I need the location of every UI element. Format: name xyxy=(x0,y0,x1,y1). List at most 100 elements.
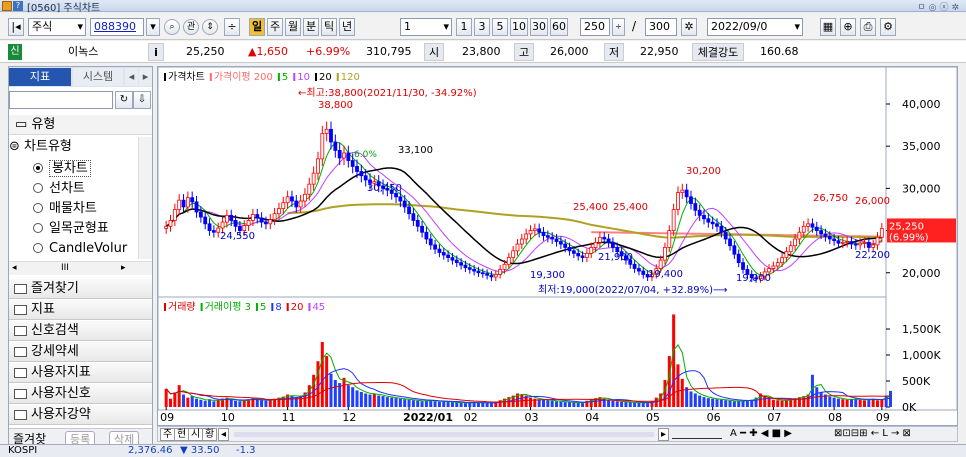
volume-bar xyxy=(763,396,767,407)
folder-user-signal[interactable]: 사용자신호 xyxy=(9,384,152,404)
indicator-search-input[interactable] xyxy=(9,91,113,109)
candle-body xyxy=(311,172,316,185)
date-input[interactable]: 2022/09/0 ▾ xyxy=(707,18,803,36)
stock-code-input[interactable]: 088390 xyxy=(90,18,144,36)
period-month-button[interactable]: 월 xyxy=(285,18,301,36)
chevron-down-icon: ▾ xyxy=(794,20,800,33)
view-tools[interactable]: ⊠⊡⊟⊞ ← L → ⊠ xyxy=(834,428,911,439)
candle-body xyxy=(866,241,871,248)
candle-body xyxy=(814,226,819,231)
tab-market[interactable]: 시 xyxy=(188,428,204,441)
tab-current[interactable]: 현 xyxy=(174,428,190,441)
price-tick-label: 40,000 xyxy=(902,98,941,111)
interval-30-button[interactable]: 30 xyxy=(530,18,548,36)
settings-icon[interactable]: ✲ xyxy=(681,18,697,36)
high-label: 고 xyxy=(514,43,534,61)
market-select[interactable]: 주식 ▾ xyxy=(28,18,86,36)
interval-1-button[interactable]: 1 xyxy=(456,18,472,36)
folder-user-strength[interactable]: 사용자강약 xyxy=(9,405,152,425)
chart-type-candlevolume[interactable]: CandleVolur xyxy=(9,239,139,259)
code-dropdown-icon[interactable]: ▾ xyxy=(146,18,160,36)
interval-5-button[interactable]: 5 xyxy=(492,18,508,36)
price-tick-label: 30,000 xyxy=(902,182,941,195)
price-legend-item: 20 xyxy=(319,72,332,83)
volume-bar xyxy=(424,400,428,407)
volume-bar xyxy=(563,402,567,407)
prev-stock-icon[interactable]: |◂ xyxy=(8,18,24,36)
section-type[interactable]: ▭ 유형 xyxy=(9,115,152,135)
period-tick-button[interactable]: 틱 xyxy=(321,18,337,36)
tab-system[interactable]: 시스템 xyxy=(73,68,123,86)
window-control-icons[interactable]: ㅁ◎ⓧ✲ xyxy=(917,0,962,13)
sidebar-hscroll[interactable]: ◂ III ▸ xyxy=(9,261,152,275)
refresh-icon[interactable]: ↻ xyxy=(115,91,133,109)
chart-icon[interactable]: ▦ xyxy=(820,18,836,36)
folder-favorites[interactable]: 즐겨찾기 xyxy=(9,279,152,299)
tree-chart-type[interactable]: ⊜ 차트유형 xyxy=(9,137,139,157)
spin-icon[interactable]: ÷ xyxy=(224,18,240,36)
zoom-ruler[interactable] xyxy=(672,431,722,439)
tab-status[interactable]: 황 xyxy=(202,428,218,441)
folder-indicators[interactable]: 지표 xyxy=(9,300,152,320)
zoom-icon[interactable]: ⊕ xyxy=(840,18,856,36)
folder-user-indicator[interactable]: 사용자지표 xyxy=(9,363,152,383)
period-day-button[interactable]: 일 xyxy=(249,18,265,36)
print-icon[interactable]: ⎙ xyxy=(860,18,876,36)
candle-body xyxy=(333,141,338,151)
volume-bar xyxy=(572,402,576,407)
total-input[interactable]: 300 xyxy=(645,18,677,36)
tab-prev-icon[interactable]: ◂ xyxy=(125,68,138,86)
interval-60-button[interactable]: 60 xyxy=(550,18,568,36)
interval-10-button[interactable]: 10 xyxy=(510,18,528,36)
interval-select[interactable]: 1 ▾ xyxy=(400,18,452,36)
search-icon[interactable]: ⌕ xyxy=(164,19,180,35)
count-input[interactable]: 250 xyxy=(580,18,610,36)
chart-hscroll[interactable] xyxy=(234,432,654,437)
volume-bar xyxy=(190,396,194,407)
draw-tools[interactable]: A ━ ✚ ◀ ■ ▶ xyxy=(730,428,792,439)
scroll-right-icon[interactable]: ▸ xyxy=(658,428,670,441)
candle-body xyxy=(463,264,468,269)
candle-body xyxy=(593,241,598,248)
chart-type-ichimoku[interactable]: 일목균형표 xyxy=(9,219,139,239)
download-icon[interactable]: ⇩ xyxy=(133,91,151,109)
interval-3-button[interactable]: 3 xyxy=(474,18,490,36)
sidebar-vscroll[interactable] xyxy=(138,137,152,259)
chart-type-volume-profile[interactable]: 매물차트 xyxy=(9,199,139,219)
price-volume-chart[interactable]: 가격차트 가격이평 200 5 10 20 120거래량 거래이평 3 5 8 20 4540,00… xyxy=(158,67,957,425)
radio-icon xyxy=(33,183,43,193)
chart-type-line[interactable]: 선차트 xyxy=(9,179,139,199)
period-year-button[interactable]: 년 xyxy=(339,18,355,36)
price-change-pct: +6.99% xyxy=(306,45,351,58)
period-week-button[interactable]: 주 xyxy=(267,18,283,36)
help-icon[interactable]: ? xyxy=(13,1,23,11)
candle-body xyxy=(511,250,516,258)
tab-stock[interactable]: 주 xyxy=(160,428,176,441)
tab-next-icon[interactable]: ▸ xyxy=(139,68,152,86)
volume-bar xyxy=(854,398,858,407)
chart-type-candle[interactable]: 봉차트 xyxy=(9,159,139,179)
config-icon[interactable]: ⚙ xyxy=(880,18,896,36)
folder-signal-search[interactable]: 신호검색 xyxy=(9,321,152,341)
candle-body xyxy=(689,196,693,204)
x-tick-label: 06 xyxy=(707,411,721,424)
count-spinner-icon[interactable]: ÷ xyxy=(612,18,625,36)
legend-swatch xyxy=(315,73,317,81)
strength-label: 체결강도 xyxy=(692,43,744,61)
chart-panel[interactable]: 가격차트 가격이평 200 5 10 20 120 거래량 거래이평 3 5 8 20 45 40,00… xyxy=(157,66,958,426)
tab-indicator[interactable]: 지표 xyxy=(9,68,71,86)
candle-body xyxy=(346,152,351,161)
candle-body xyxy=(424,231,429,240)
folder-strength[interactable]: 강세약세 xyxy=(9,342,152,362)
info-button[interactable]: i xyxy=(148,43,164,61)
candle-body xyxy=(198,211,203,218)
volume-bar xyxy=(529,397,533,407)
volume-bar xyxy=(858,399,862,407)
period-minute-button[interactable]: 분 xyxy=(303,18,319,36)
candle-body xyxy=(598,236,602,243)
tab-scroll-left-icon[interactable]: ◂ xyxy=(218,428,230,441)
x-tick-label: 03 xyxy=(525,411,539,424)
related-button[interactable]: 관 xyxy=(183,19,199,35)
up-down-icon[interactable]: ⇕ xyxy=(202,19,218,35)
candle-body xyxy=(238,225,242,231)
